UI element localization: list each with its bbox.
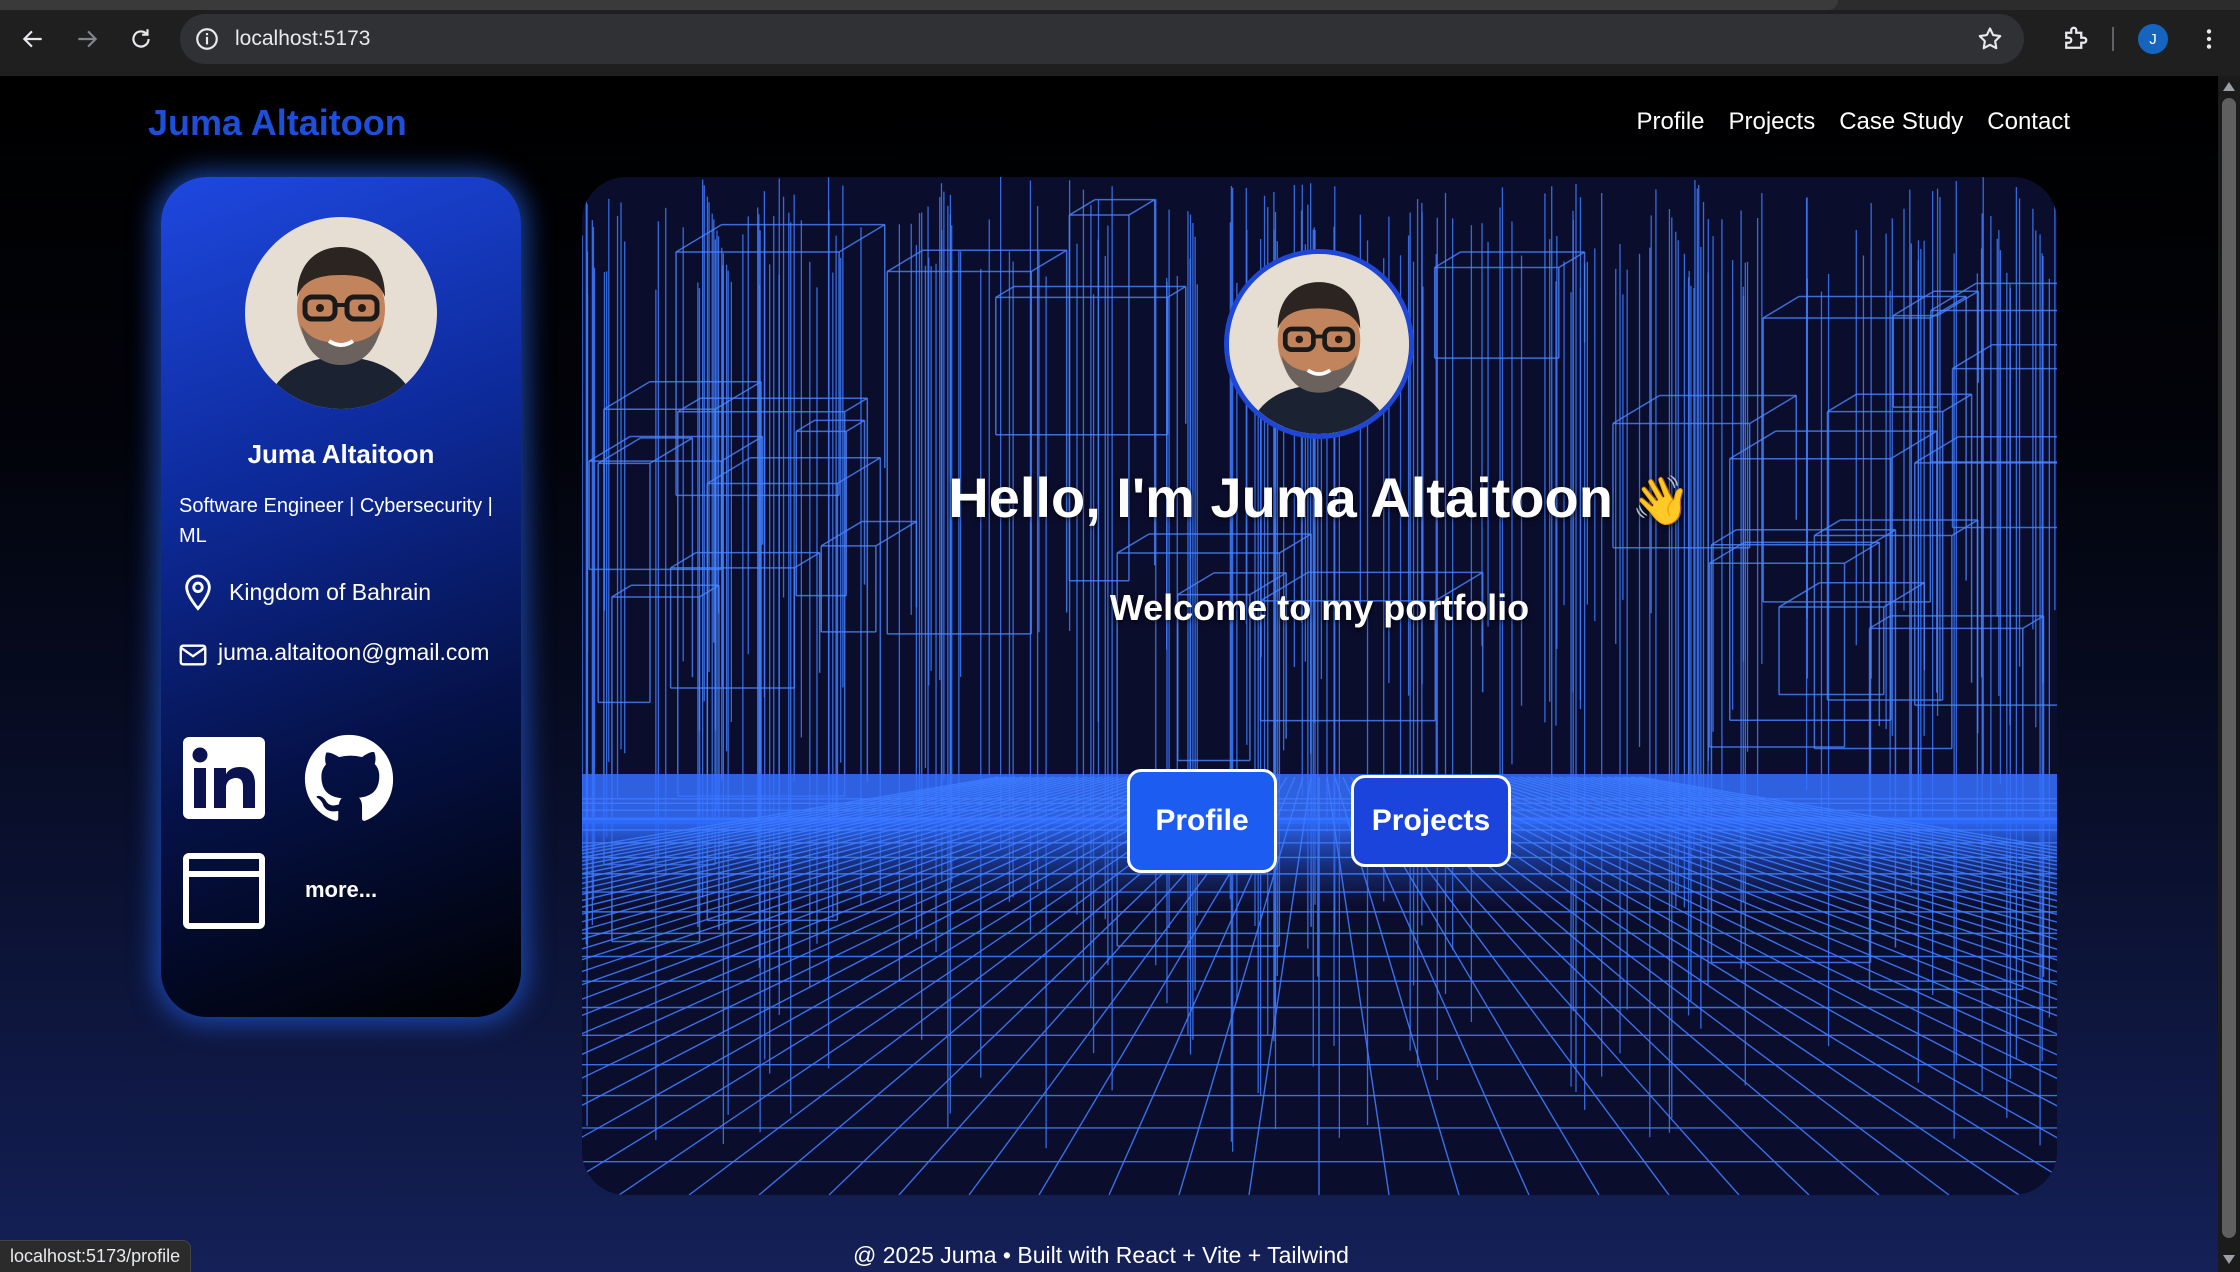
nav-projects[interactable]: Projects bbox=[1729, 108, 1816, 136]
link-status-bubble: localhost:5173/profile bbox=[0, 1240, 192, 1272]
hero-section: Hello, I'm Juma Altaitoon 👋 Welcome to my… bbox=[582, 177, 2057, 1195]
page-scrollbar[interactable] bbox=[2218, 76, 2240, 1272]
toolbar-divider bbox=[2112, 27, 2114, 51]
scroll-up-arrow-icon[interactable] bbox=[2223, 82, 2235, 91]
site-brand[interactable]: Juma Altaitoon bbox=[148, 102, 407, 144]
footer-text: @ 2025 Juma • Built with React + Vite + … bbox=[853, 1242, 1349, 1268]
nav-contact[interactable]: Contact bbox=[1987, 108, 2070, 136]
map-pin-icon bbox=[185, 574, 211, 611]
projects-button[interactable]: Projects bbox=[1351, 775, 1511, 867]
card-email[interactable]: juma.altaitoon@gmail.com bbox=[218, 639, 489, 666]
back-button[interactable] bbox=[16, 22, 50, 56]
profile-avatar-button[interactable]: J bbox=[2138, 24, 2168, 54]
url-text[interactable]: localhost:5173 bbox=[235, 27, 370, 51]
github-icon[interactable] bbox=[303, 733, 395, 825]
linkedin-icon[interactable] bbox=[183, 737, 265, 819]
reload-icon bbox=[132, 29, 150, 48]
hero-greeting: Hello, I'm Juma Altaitoon 👋 bbox=[582, 465, 2057, 530]
tab-strip bbox=[0, 0, 2240, 10]
profile-photo bbox=[245, 217, 437, 409]
extensions-puzzle-icon[interactable] bbox=[2060, 24, 2090, 54]
card-location: Kingdom of Bahrain bbox=[229, 579, 432, 605]
browser-toolbar: localhost:5173 J bbox=[0, 0, 2240, 76]
profile-button[interactable]: Profile bbox=[1127, 769, 1277, 873]
forward-button[interactable] bbox=[70, 22, 104, 56]
hero-subtitle: Welcome to my portfolio bbox=[1109, 587, 1530, 628]
site-nav: Profile Projects Case Study Contact bbox=[1636, 108, 2070, 136]
nav-profile[interactable]: Profile bbox=[1636, 108, 1704, 136]
more-menu-icon[interactable] bbox=[2196, 24, 2222, 54]
card-role: Software Engineer | Cybersecurity | ML bbox=[179, 495, 493, 547]
active-tab[interactable] bbox=[0, 0, 1838, 10]
address-bar[interactable]: localhost:5173 bbox=[180, 14, 2024, 64]
profile-card: Juma Altaitoon Software Engineer | Cyber… bbox=[161, 177, 521, 1017]
site-info-icon[interactable] bbox=[194, 26, 220, 52]
page-viewport: Juma Altaitoon Profile Projects Case Stu… bbox=[0, 76, 2218, 1272]
forward-arrow-icon bbox=[78, 30, 98, 48]
bookmark-star-icon[interactable] bbox=[1976, 25, 2004, 53]
waving-hand-icon: 👋 bbox=[1630, 475, 1691, 528]
website-icon[interactable] bbox=[183, 853, 265, 929]
reload-button[interactable] bbox=[124, 22, 158, 56]
hero-greeting-text: Hello, I'm Juma Altaitoon bbox=[948, 466, 1613, 529]
scroll-thumb[interactable] bbox=[2222, 98, 2236, 1238]
nav-case-study[interactable]: Case Study bbox=[1839, 108, 1963, 136]
card-name: Juma Altaitoon bbox=[247, 439, 435, 469]
mail-icon bbox=[179, 644, 207, 666]
hero-avatar bbox=[1224, 249, 1414, 439]
back-arrow-icon bbox=[22, 30, 42, 48]
scroll-down-arrow-icon[interactable] bbox=[2223, 1255, 2235, 1264]
more-links[interactable]: more... bbox=[305, 877, 377, 903]
